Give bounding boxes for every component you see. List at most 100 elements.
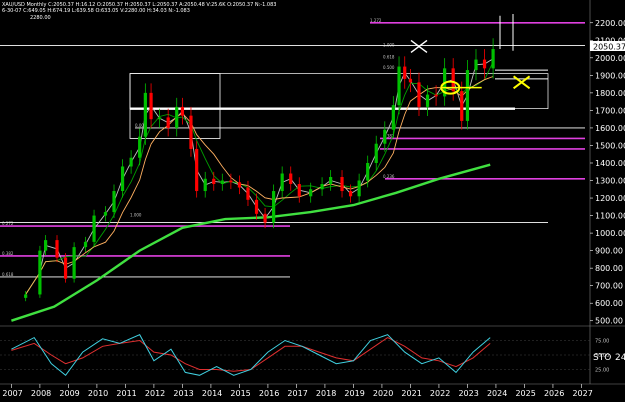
stoch-label: STO [593,353,611,363]
candle-body [254,199,259,214]
y-tick-label: 1900.00 [595,71,625,80]
candle-body [474,59,478,71]
y-tick-label: 1400.00 [595,159,625,168]
candle-body [348,191,353,197]
candle-body [289,173,293,185]
y-tick-label: 1700.00 [595,106,625,115]
candle-body [357,180,361,197]
candle-body [38,250,42,295]
x-tick-label: 2007 [2,389,22,398]
x-tick-label: 2025 [515,389,535,398]
candle-body [391,105,395,130]
candle-body [263,213,267,223]
stoch-signal-line [11,337,491,372]
y-tick-label: 2200.00 [595,19,625,28]
candle-body [417,82,421,107]
x-axis: 2007 2008 2009 2010 2011 2012 2013 2014 2015 2016… [0,383,625,398]
candle-body [149,92,153,120]
candle-body [229,180,233,183]
box-2011 [129,73,221,139]
candle-body [220,180,224,185]
header-line-2: 6-30-07 C:649.05 H:674.19 L:639.58 O:633… [2,8,190,14]
candle-body [189,115,193,149]
x-tick-label: 2024 [487,389,507,398]
ma-fast-line [25,58,494,295]
price-tag: 2050.37 [593,43,625,52]
candle-body [425,94,430,107]
x-tick-label: 2020 [373,389,393,398]
fib-label: 0.236 [383,174,395,179]
y-tick-label: 600.00 [595,299,623,308]
y-tick-label: 700.00 [595,282,623,291]
candle-body [397,66,401,106]
x-tick-label: 2009 [59,389,79,398]
candle-body [63,257,68,279]
candle-body [55,240,59,258]
fib-label: 0.500 [383,65,395,70]
candle-body [374,143,378,163]
fib-levels: 1.2721.0000.6180.5000.3820.2361.0000.000… [0,18,585,277]
candle-body [203,178,207,192]
candle-body [44,240,48,251]
candle-body [309,189,313,197]
candle-body [434,94,438,97]
x-tick-label: 2022 [430,389,450,398]
ma-long-line [11,163,491,322]
chart: 1.272 1.000 0.618 0.500 0.382 0.236 1.000 0.000… [0,0,625,402]
y-tick-label: 1300.00 [595,177,625,186]
stochastic-panel: 75.0050.0025.00 [0,325,625,377]
x-tick-label: 2027 [572,389,592,398]
candle-body [460,91,464,121]
candle-body [403,66,407,79]
candle-body [272,191,276,223]
candle-body [465,70,470,121]
x-tick-label: 2026 [544,389,564,398]
candle-body [195,148,199,192]
candle-body [143,92,147,137]
header-line-3: 2280.00 [30,15,51,21]
fib-label: 0.618 [2,272,14,277]
stoch-value: 24 [615,353,625,363]
candle-body [366,162,370,181]
x-tick-label: 2014 [202,389,222,398]
candle-body [112,191,116,213]
x-tick-label: 2015 [230,389,250,398]
y-tick-label: 1100.00 [595,212,625,221]
candle-body [212,178,216,185]
candle-body [329,177,333,185]
chart-canvas: 1.2721.0000.6180.5000.3820.2361.0000.000… [0,0,625,398]
y-tick-label: 500.00 [595,317,623,326]
candle-body [72,247,76,279]
x-tick-label: 2008 [31,389,51,398]
x-tick-label: 2013 [173,389,193,398]
x-tick-label: 2019 [344,389,364,398]
candle-body [166,117,170,128]
candle-body [482,59,487,69]
candle-body [83,241,88,248]
fib-label: 1.000 [383,42,395,47]
y-tick-label: 2000.00 [595,54,625,63]
x-tick-label: 2023 [458,389,478,398]
candle-body [246,187,250,200]
candle-body [237,182,242,188]
candle-body [175,106,179,128]
x-tick-label: 2011 [116,389,136,398]
y-tick-label: 1500.00 [595,141,625,150]
candle-body [297,184,301,197]
stoch-tick-label: 75.00 [595,339,609,345]
candle-body [92,215,96,242]
x-tick-label: 2012 [145,389,165,398]
candle-body [138,136,142,158]
price-levels [0,45,585,278]
y-tick-label: 1200.00 [595,194,625,203]
x-tick-label: 2010 [88,389,108,398]
candle-body [340,177,344,192]
candle-body [383,129,387,144]
y-tick-label: 900.00 [595,247,623,256]
fib-label: 0.618 [383,55,395,60]
y-tick-label: 800.00 [595,264,623,273]
moving-averages [11,58,494,322]
candle-body [180,106,185,116]
x-tick-label: 2017 [287,389,307,398]
stoch-tick-label: 25.00 [595,368,609,374]
